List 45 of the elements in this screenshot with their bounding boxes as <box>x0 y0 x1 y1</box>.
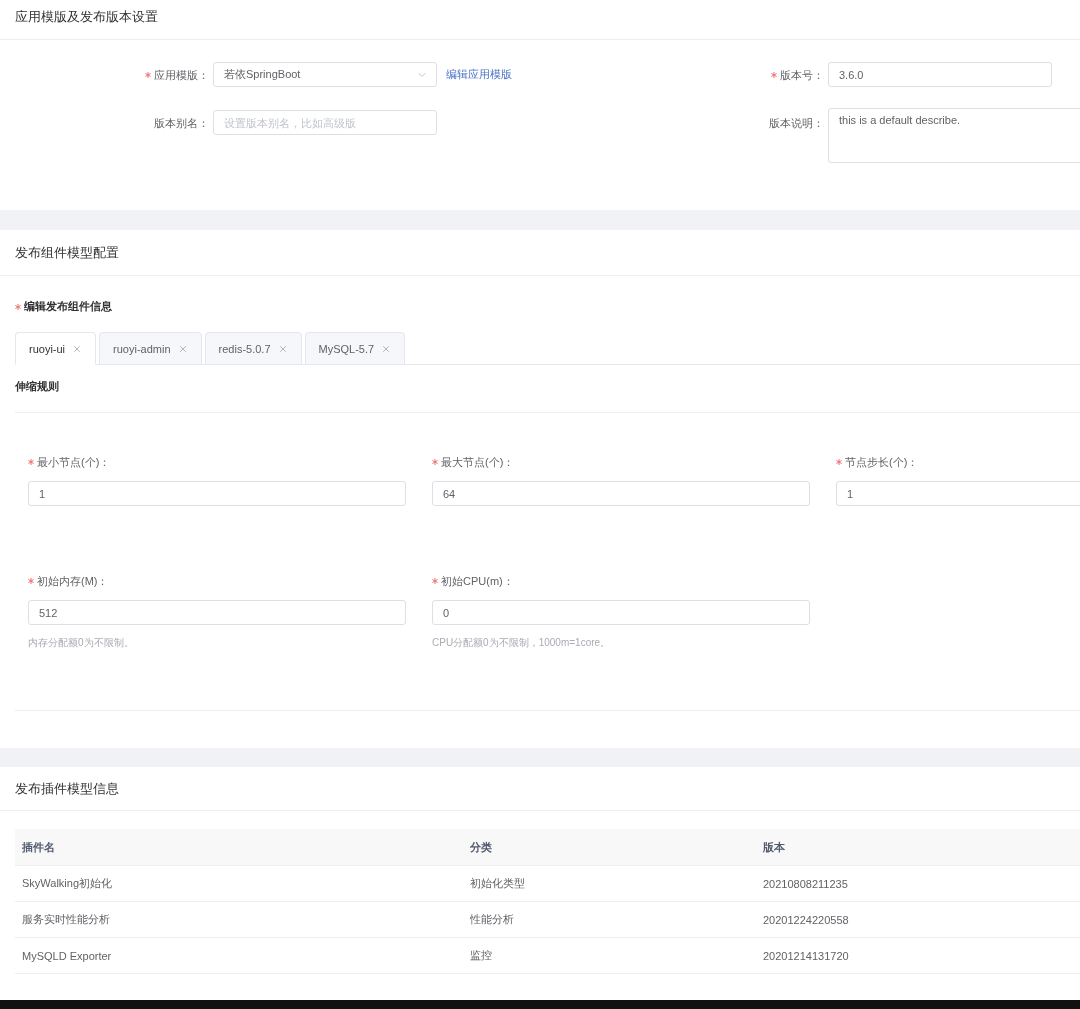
edit-template-link[interactable]: 编辑应用模版 <box>446 67 512 82</box>
table-cell-text: 监控 <box>469 948 493 963</box>
subsection-title: 伸缩规则 <box>15 379 60 394</box>
column-header: 分类 <box>469 839 493 855</box>
component-tab[interactable]: redis-5.0.7 <box>204 332 302 365</box>
table-cell-text: 20201224220558 <box>762 913 850 926</box>
close-icon[interactable] <box>381 343 392 354</box>
section-title: 应用模版及发布版本设置 <box>15 9 158 25</box>
input-field[interactable]: 0 <box>432 600 810 625</box>
section-title: 发布插件模型信息 <box>15 780 119 797</box>
close-icon[interactable] <box>72 343 83 354</box>
field-label: 版本说明： <box>769 115 824 130</box>
column-header: 版本 <box>762 839 786 855</box>
field-label: 版本别名： <box>154 115 209 130</box>
field-label: 节点步长(个)： <box>845 455 919 469</box>
close-icon[interactable] <box>277 343 288 354</box>
field-hint: CPU分配额0为不限制，1000m=1core。 <box>432 636 611 650</box>
table-cell-text: MySQLD Exporter <box>21 949 113 962</box>
field-hint: 内存分配额0为不限制。 <box>28 636 134 650</box>
component-tab[interactable]: ruoyi-ui <box>15 332 97 365</box>
table-cell-text: SkyWalking初始化 <box>21 876 114 891</box>
field-label: 编辑发布组件信息 <box>24 299 112 314</box>
field-label: 初始CPU(m)： <box>441 574 514 588</box>
close-icon[interactable] <box>177 343 188 354</box>
input-field[interactable]: 3.6.0 <box>828 62 1052 87</box>
component-tab[interactable]: ruoyi-admin <box>99 332 202 365</box>
textarea-field[interactable]: this is a default describe. <box>828 108 1080 163</box>
input-field[interactable]: 512 <box>28 600 406 625</box>
field-label: 初始内存(M)： <box>37 574 109 588</box>
section-title: 发布组件模型配置 <box>15 244 119 261</box>
field-label: 应用模版： <box>154 67 209 82</box>
field-label: 最大节点(个)： <box>441 455 515 469</box>
input-field[interactable]: 1 <box>836 481 1080 506</box>
field-label: 版本号： <box>780 67 824 82</box>
field-label: 最小节点(个)： <box>37 455 111 469</box>
table-cell-text: 20201214131720 <box>762 949 850 962</box>
table-cell-text: 服务实时性能分析 <box>21 912 111 927</box>
table-cell-text: 20210808211235 <box>762 877 849 890</box>
table-cell-text: 初始化类型 <box>469 876 526 891</box>
component-tab[interactable]: MySQL-5.7 <box>304 332 406 365</box>
column-header: 插件名 <box>21 839 56 855</box>
input-field[interactable]: 1 <box>28 481 406 506</box>
table-cell-text: 性能分析 <box>469 912 515 927</box>
template-select[interactable]: 若依SpringBoot <box>213 62 437 87</box>
input-field[interactable]: 64 <box>432 481 810 506</box>
